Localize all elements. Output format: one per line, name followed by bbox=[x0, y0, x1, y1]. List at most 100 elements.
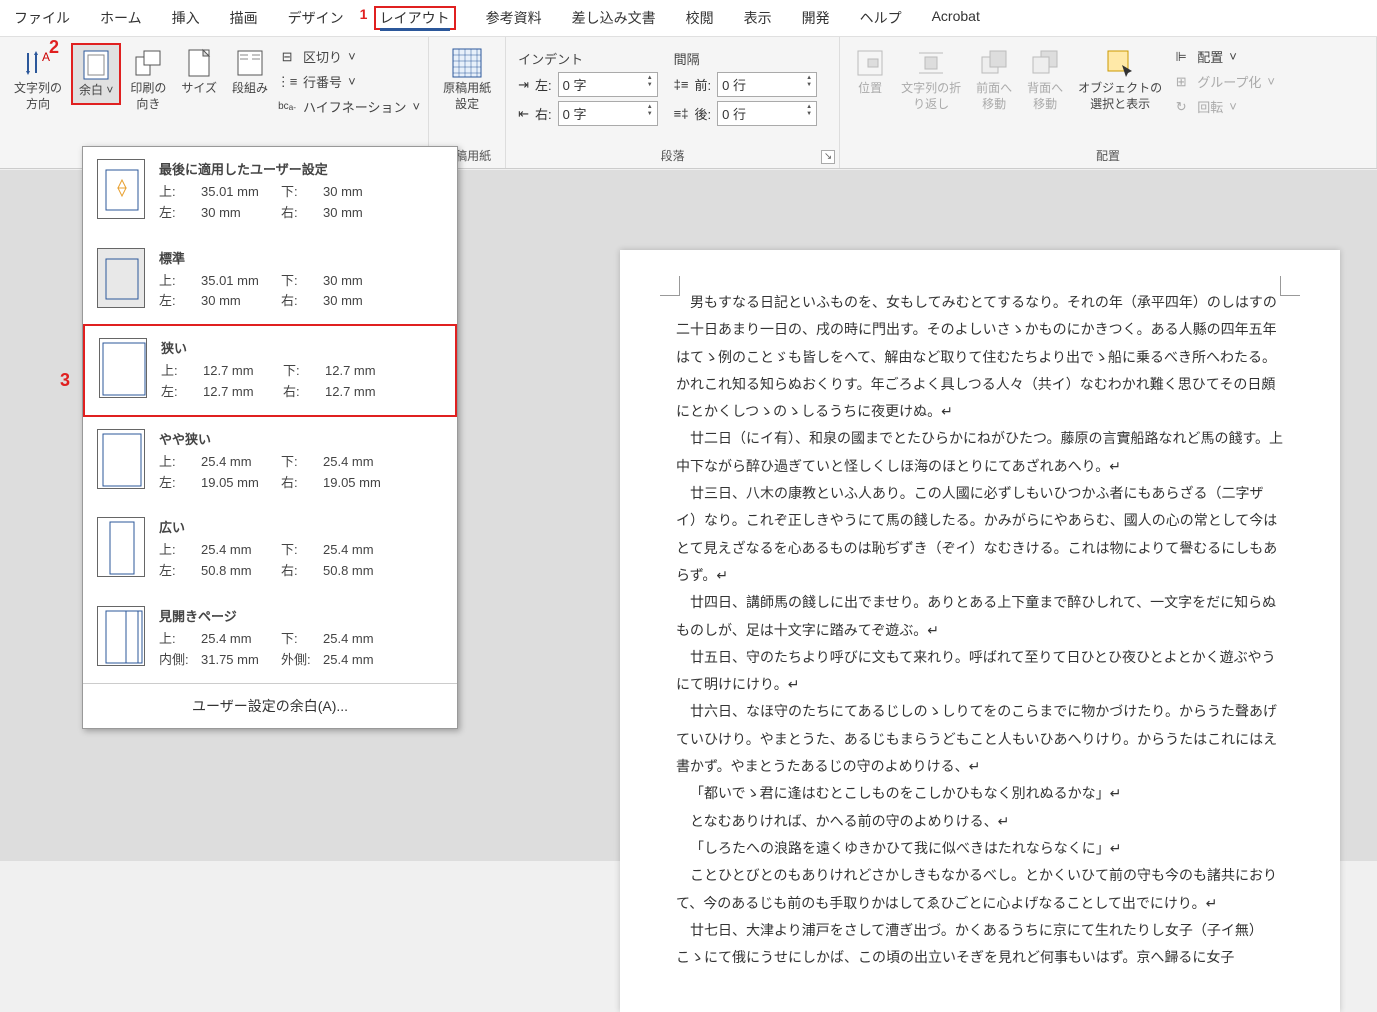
menu-layout[interactable]: レイアウト bbox=[374, 6, 456, 30]
spacing-before-input[interactable]: 0 行▲▼ bbox=[717, 72, 817, 97]
document-paragraph[interactable]: 廿七日、大津より浦戸をさして漕ぎ出づ。かくあるうちに京にて生れたりし女子（子イ無… bbox=[676, 918, 1284, 973]
indent-right-label: 右: bbox=[535, 104, 552, 123]
margin-option-4[interactable]: 広い 上:25.4 mm下:25.4 mm 左:50.8 mm右:50.8 mm bbox=[83, 505, 457, 594]
menu-design[interactable]: デザイン bbox=[282, 4, 350, 32]
margin-option-name: 見開きページ bbox=[159, 606, 443, 625]
position-icon bbox=[854, 47, 886, 79]
document-paragraph[interactable]: 廿六日、なほ守のたちにてあるじしのゝしりてをのこらまでに物かづけたり。からうた聲… bbox=[676, 699, 1284, 781]
margin-thumb-icon bbox=[97, 159, 145, 219]
margin-option-name: やや狭い bbox=[159, 429, 443, 448]
indent-left-label: 左: bbox=[535, 75, 552, 94]
spacing-after-input[interactable]: 0 行▲▼ bbox=[717, 101, 817, 126]
wrap-icon bbox=[915, 47, 947, 79]
manuscript-label: 原稿用紙 設定 bbox=[443, 81, 491, 112]
group-objects-button: ⊞グループ化 ˅ bbox=[1171, 72, 1275, 91]
custom-margins-button[interactable]: ユーザー設定の余白(A)... bbox=[83, 683, 457, 728]
margin-corner-tr bbox=[1280, 276, 1300, 296]
manuscript-icon bbox=[451, 47, 483, 79]
margin-corner-tl bbox=[660, 276, 680, 296]
margin-thumb-icon bbox=[97, 429, 145, 489]
group-arrange: 位置 文字列の折 り返し 前面へ 移動 背面へ 移動 オブジェクトの 選択と表示… bbox=[840, 37, 1377, 168]
line-numbers-icon: ⋮≡ bbox=[277, 74, 297, 90]
menu-references[interactable]: 参考資料 bbox=[480, 4, 548, 32]
align-icon: ⊫ bbox=[1171, 49, 1191, 65]
document-paragraph[interactable]: 廿五日、守のたちより呼びに文もて来れり。呼ばれて至りて日ひとひ夜ひとよとかく遊ぶ… bbox=[676, 645, 1284, 700]
line-numbers-button[interactable]: ⋮≡行番号 ˅ bbox=[277, 72, 420, 91]
menu-review[interactable]: 校閲 bbox=[680, 4, 720, 32]
arrange-group-label: 配置 bbox=[848, 145, 1368, 166]
spacing-after-label: 後: bbox=[695, 104, 712, 123]
selection-pane-button[interactable]: オブジェクトの 選択と表示 bbox=[1072, 43, 1168, 145]
spacing-before-icon: ‡≡ bbox=[674, 77, 689, 92]
size-label: サイズ bbox=[181, 81, 217, 97]
indent-left-input[interactable]: 0 字▲▼ bbox=[558, 72, 658, 97]
orientation-icon bbox=[132, 47, 164, 79]
align-button[interactable]: ⊫配置 ˅ bbox=[1171, 47, 1275, 66]
manuscript-button[interactable]: 原稿用紙 設定 bbox=[437, 43, 497, 145]
annotation-1: 1 bbox=[354, 2, 374, 26]
margin-option-name: 最後に適用したユーザー設定 bbox=[159, 159, 443, 178]
paragraph-group-label: 段落 bbox=[514, 145, 831, 166]
spacing-after-icon: ≡‡ bbox=[674, 106, 689, 121]
indent-right-icon: ⇤ bbox=[518, 106, 529, 122]
breaks-icon: ⊟ bbox=[277, 49, 297, 65]
margin-option-1[interactable]: 標準 上:35.01 mm下:30 mm 左:30 mm右:30 mm bbox=[83, 236, 457, 325]
menu-view[interactable]: 表示 bbox=[738, 4, 778, 32]
menu-help[interactable]: ヘルプ bbox=[854, 4, 908, 32]
text-direction-button[interactable]: A 文字列の 方向 bbox=[8, 43, 68, 166]
text-direction-label: 文字列の 方向 bbox=[14, 81, 62, 112]
margin-option-3[interactable]: やや狭い 上:25.4 mm下:25.4 mm 左:19.05 mm右:19.0… bbox=[83, 417, 457, 506]
breaks-button[interactable]: ⊟区切り ˅ bbox=[277, 47, 420, 66]
spacing-before-label: 前: bbox=[695, 75, 712, 94]
hyphenation-button[interactable]: bca-ハイフネーション ˅ bbox=[277, 97, 420, 116]
document-paragraph[interactable]: 「都いでゝ君に逢はむとこしものをこしかひもなく別れぬるかな」↵ bbox=[676, 781, 1284, 808]
bring-forward-icon bbox=[978, 47, 1010, 79]
bring-forward-button: 前面へ 移動 bbox=[970, 43, 1018, 145]
margins-button[interactable]: 余白 ˅ bbox=[71, 43, 121, 105]
indent-left-icon: ⇥ bbox=[518, 77, 529, 93]
position-button: 位置 bbox=[848, 43, 892, 145]
document-paragraph[interactable]: 男もすなる日記といふものを、女もしてみむとてするなり。それの年（承平四年）のしは… bbox=[676, 290, 1284, 426]
columns-label: 段組み bbox=[232, 81, 268, 97]
menu-file[interactable]: ファイル bbox=[8, 4, 76, 32]
document-paragraph[interactable]: となむありければ、かへる前の守のよめりける、↵ bbox=[676, 809, 1284, 836]
margins-dropdown: 最後に適用したユーザー設定 上:35.01 mm下:30 mm 左:30 mm右… bbox=[82, 146, 458, 729]
menu-acrobat[interactable]: Acrobat bbox=[926, 4, 986, 32]
menu-developer[interactable]: 開発 bbox=[796, 4, 836, 32]
margin-option-name: 狭い bbox=[161, 338, 441, 357]
document-paragraph[interactable]: 「しろたへの浪路を遠くゆきかひて我に似べきはたれならなくに」↵ bbox=[676, 836, 1284, 863]
selection-icon bbox=[1104, 47, 1136, 79]
document-paragraph[interactable]: 廿三日、八木の康教といふ人あり。この人國に必ずしもいひつかふ者にもあらざる（二字… bbox=[676, 481, 1284, 590]
paragraph-launcher[interactable]: ↘ bbox=[821, 150, 835, 164]
group-paragraph: インデント 間隔 ⇥左: 0 字▲▼ ‡≡前: 0 行▲▼ ⇤右: 0 字▲▼ … bbox=[506, 37, 840, 168]
menu-draw[interactable]: 描画 bbox=[224, 4, 264, 32]
send-backward-icon bbox=[1029, 47, 1061, 79]
menubar: ファイル ホーム 挿入 描画 デザイン 1 レイアウト 参考資料 差し込み文書 … bbox=[0, 0, 1377, 37]
size-icon bbox=[183, 47, 215, 79]
document-page[interactable]: 男もすなる日記といふものを、女もしてみむとてするなり。それの年（承平四年）のしは… bbox=[620, 250, 1340, 1012]
rotate-button: ↻回転 ˅ bbox=[1171, 97, 1275, 116]
menu-home[interactable]: ホーム bbox=[94, 4, 148, 32]
menu-insert[interactable]: 挿入 bbox=[166, 4, 206, 32]
margin-thumb-icon bbox=[97, 248, 145, 308]
indent-header: インデント bbox=[518, 49, 668, 68]
document-paragraph[interactable]: 廿四日、講師馬の餞しに出でませり。ありとある上下童まで醉ひしれて、一文字をだに知… bbox=[676, 590, 1284, 645]
margin-option-0[interactable]: 最後に適用したユーザー設定 上:35.01 mm下:30 mm 左:30 mm右… bbox=[83, 147, 457, 236]
send-backward-button: 背面へ 移動 bbox=[1021, 43, 1069, 145]
menu-mailings[interactable]: 差し込み文書 bbox=[566, 4, 662, 32]
group-icon: ⊞ bbox=[1171, 74, 1191, 90]
spacing-header: 間隔 bbox=[674, 49, 827, 68]
margins-label: 余白 ˅ bbox=[79, 83, 113, 99]
annotation-3: 3 bbox=[60, 370, 70, 391]
margin-option-5[interactable]: 見開きページ 上:25.4 mm下:25.4 mm 内側:31.75 mm外側:… bbox=[83, 594, 457, 683]
hyphenation-icon: bca- bbox=[277, 99, 297, 115]
wrap-text-button: 文字列の折 り返し bbox=[895, 43, 967, 145]
margin-option-2[interactable]: 狭い 上:12.7 mm下:12.7 mm 左:12.7 mm右:12.7 mm bbox=[83, 324, 457, 417]
columns-icon bbox=[234, 47, 266, 79]
document-paragraph[interactable]: 廿二日（にイ有）、和泉の國までとたひらかにねがひたつ。藤原の言實船路なれど馬の餞… bbox=[676, 426, 1284, 481]
margin-thumb-icon bbox=[99, 338, 147, 398]
document-paragraph[interactable]: ことひとびとのもありけれどさかしきもなかるべし。とかくいひて前の守も今のも諸共に… bbox=[676, 863, 1284, 918]
margin-thumb-icon bbox=[97, 517, 145, 577]
indent-right-input[interactable]: 0 字▲▼ bbox=[558, 101, 658, 126]
margin-option-name: 広い bbox=[159, 517, 443, 536]
